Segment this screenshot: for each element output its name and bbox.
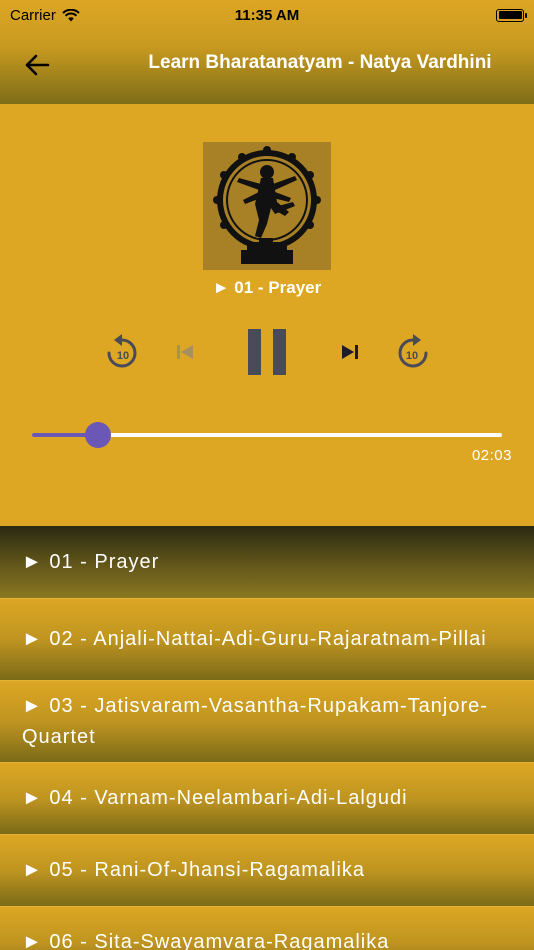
page-title: Learn Bharatanatyam - Natya Vardhini	[148, 52, 492, 73]
track-item[interactable]: ► 02 - Anjali-Nattai-Adi-Guru-Rajaratnam…	[0, 598, 534, 680]
rewind-10-icon: 10	[107, 334, 137, 368]
battery-icon	[496, 8, 527, 22]
nataraja-image	[203, 142, 331, 270]
track-item[interactable]: ► 03 - Jatisvaram-Vasantha-Rupakam-Tanjo…	[0, 680, 534, 762]
next-button[interactable]	[337, 338, 363, 366]
status-bar: Carrier 11:35 AM	[0, 0, 534, 30]
forward-10-icon: 10	[398, 334, 428, 368]
track-label: ► 02 - Anjali-Nattai-Adi-Guru-Rajaratnam…	[22, 628, 487, 650]
pause-button[interactable]	[244, 326, 290, 378]
forward-10-button[interactable]: 10	[393, 330, 433, 374]
skip-next-icon	[342, 345, 358, 359]
track-label: ► 04 - Varnam-Neelambari-Adi-Lalgudi	[22, 787, 408, 809]
track-label: ► 03 - Jatisvaram-Vasantha-Rupakam-Tanjo…	[22, 694, 488, 748]
track-item[interactable]: ► 05 - Rani-Of-Jhansi-Ragamalika	[0, 834, 534, 906]
album-artwork	[203, 142, 331, 270]
carrier-label: Carrier	[10, 6, 56, 24]
track-label: ► 06 - Sita-Swayamvara-Ragamalika	[22, 931, 390, 950]
svg-text:10: 10	[117, 350, 129, 362]
track-label: ► 05 - Rani-Of-Jhansi-Ragamalika	[22, 859, 366, 881]
playback-controls: 10 10	[0, 324, 534, 384]
now-playing-title: ► 01 - Prayer	[212, 278, 322, 297]
arrow-left-icon	[25, 54, 50, 76]
skip-previous-icon	[177, 345, 193, 359]
status-time: 11:35 AM	[234, 6, 300, 24]
track-label: ► 01 - Prayer	[22, 550, 160, 573]
previous-button[interactable]	[172, 338, 198, 366]
pause-icon	[248, 329, 286, 375]
svg-text:10: 10	[406, 350, 418, 362]
player-panel: ► 01 - Prayer 10 10 02:03	[0, 104, 534, 526]
track-item[interactable]: ► 06 - Sita-Swayamvara-Ragamalika	[0, 906, 534, 950]
track-list: ► 01 - Prayer ► 02 - Anjali-Nattai-Adi-G…	[0, 526, 534, 950]
progress-thumb[interactable]	[84, 422, 111, 448]
progress-slider[interactable]	[32, 422, 502, 448]
battery-level	[498, 11, 522, 19]
back-button[interactable]	[20, 50, 54, 80]
track-item[interactable]: ► 04 - Varnam-Neelambari-Adi-Lalgudi	[0, 762, 534, 834]
elapsed-time: 02:03	[471, 447, 512, 464]
rewind-10-button[interactable]: 10	[102, 330, 142, 374]
wifi-icon	[62, 8, 80, 21]
track-item[interactable]: ► 01 - Prayer	[0, 526, 534, 598]
